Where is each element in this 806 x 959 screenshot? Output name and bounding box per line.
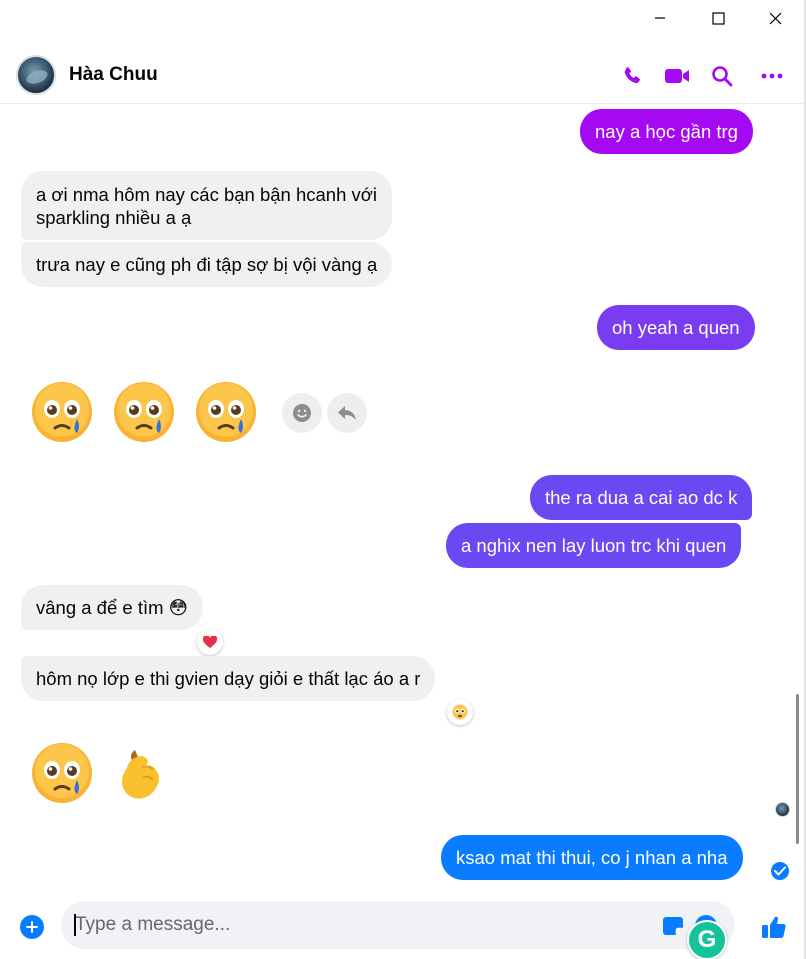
thumbs-up-icon[interactable] bbox=[760, 913, 788, 941]
sent-check-icon bbox=[771, 862, 789, 880]
text-caret bbox=[74, 914, 76, 936]
message-outgoing[interactable]: a nghix nen lay luon trc khi quen bbox=[446, 523, 742, 568]
finger-heart-icon bbox=[122, 750, 159, 799]
phone-icon[interactable] bbox=[618, 62, 646, 90]
reply-icon[interactable] bbox=[327, 393, 367, 433]
message-input[interactable] bbox=[75, 909, 635, 941]
pleading-face-tear-icon bbox=[32, 382, 92, 442]
sticker-icon[interactable] bbox=[663, 915, 687, 937]
message-outgoing[interactable]: oh yeah a quen bbox=[597, 305, 755, 350]
contact-avatar[interactable] bbox=[16, 55, 56, 95]
close-icon[interactable] bbox=[747, 0, 803, 36]
message-composer bbox=[61, 901, 735, 949]
message-outgoing[interactable]: the ra dua a cai ao dc k bbox=[530, 475, 753, 520]
scrollbar[interactable] bbox=[796, 694, 799, 844]
heart-icon[interactable] bbox=[197, 629, 223, 655]
message-outgoing[interactable]: ksao mat thi thui, co j nhan a nha bbox=[441, 835, 743, 880]
flushed-face-icon[interactable] bbox=[447, 699, 473, 725]
seen-avatar bbox=[775, 802, 790, 817]
pleading-face-tear-icon bbox=[196, 382, 256, 442]
react-smiley-icon[interactable] bbox=[282, 393, 322, 433]
message-incoming[interactable]: vâng a để e tìm 😳 bbox=[21, 585, 203, 630]
pleading-face-tear-icon bbox=[114, 382, 174, 442]
message-incoming[interactable]: hôm nọ lớp e thi gvien dạy giỏi e thất l… bbox=[21, 656, 436, 701]
message-incoming[interactable]: trưa nay e cũng ph đi tập sợ bị vội vàng… bbox=[21, 242, 393, 287]
minimize-icon[interactable] bbox=[632, 0, 688, 36]
maximize-icon[interactable] bbox=[690, 0, 746, 36]
contact-name[interactable]: Hà̀a Chuu bbox=[69, 64, 158, 86]
chat-header: Hà̀a Chuu bbox=[0, 48, 804, 104]
more-icon[interactable] bbox=[758, 62, 786, 90]
video-camera-icon[interactable] bbox=[663, 62, 691, 90]
grammarly-icon[interactable]: G bbox=[687, 920, 727, 959]
message-outgoing[interactable]: nay a học gần trg bbox=[580, 109, 753, 154]
window-titlebar bbox=[0, 0, 806, 36]
message-incoming[interactable]: a ơi nma hôm nay các bạn bận hcanh với s… bbox=[21, 171, 393, 240]
search-icon[interactable] bbox=[708, 62, 736, 90]
add-attachment-button[interactable] bbox=[20, 915, 44, 939]
pleading-face-tear-icon bbox=[32, 743, 92, 803]
